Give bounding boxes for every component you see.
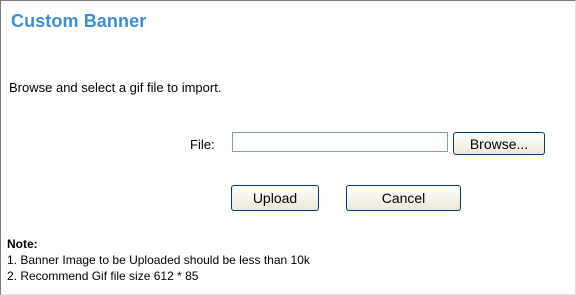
file-label: File: (190, 137, 215, 152)
note-line-2: 2. Recommend Gif file size 612 * 85 (7, 269, 199, 283)
instruction-text: Browse and select a gif file to import. (9, 80, 222, 95)
note-section: Note: 1. Banner Image to be Uploaded sho… (7, 236, 310, 284)
custom-banner-panel: Custom Banner Browse and select a gif fi… (0, 0, 576, 295)
note-heading: Note: (7, 237, 38, 251)
file-path-input[interactable] (232, 132, 448, 152)
cancel-button[interactable]: Cancel (346, 185, 461, 211)
browse-button[interactable]: Browse... (453, 132, 545, 155)
upload-button[interactable]: Upload (231, 185, 319, 211)
page-title: Custom Banner (11, 11, 147, 31)
note-line-1: 1. Banner Image to be Uploaded should be… (7, 253, 310, 267)
